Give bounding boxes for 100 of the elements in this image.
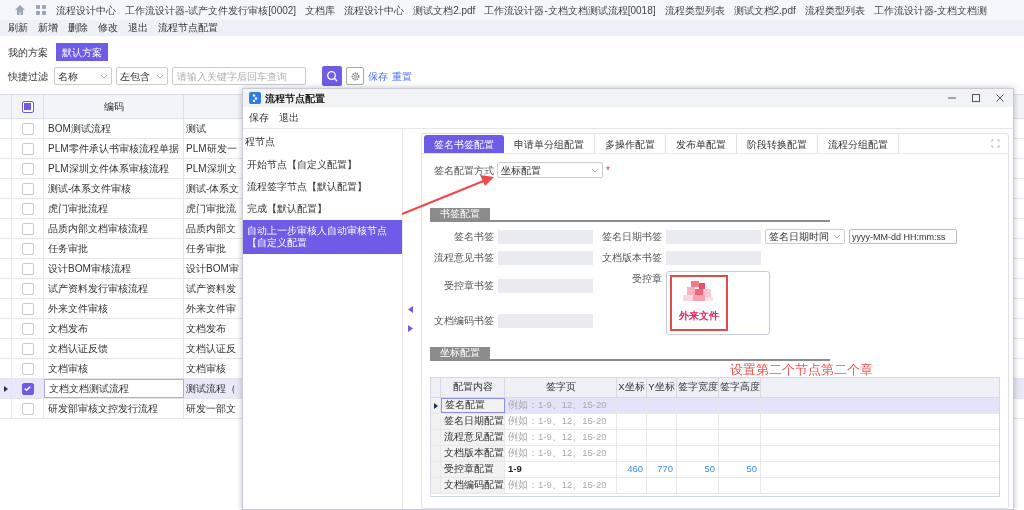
grid-row[interactable]: 文档编码配置 例如：1-9、12、15-20 — [431, 478, 999, 494]
tree-item[interactable]: 自动上一步审核人自动审核节点【自定义配置 — [243, 220, 402, 254]
tab[interactable]: 申请单分组配置 — [504, 135, 595, 153]
search-button[interactable] — [322, 66, 342, 86]
table-cell: 试产资料发行审核流程 — [44, 279, 184, 298]
table-cell: 虎门审批流程 — [44, 199, 184, 218]
grid-row[interactable]: 文档版本配置 例如：1-9、12、15-20 — [431, 446, 999, 462]
page-tab[interactable]: 工作流设计器-文档文档测 — [873, 2, 988, 18]
toolbar-button[interactable]: 刷新 — [8, 23, 28, 33]
maximize-icon[interactable] — [971, 93, 981, 103]
toolbar-button[interactable]: 修改 — [98, 23, 118, 33]
table-cell: 流程意见配置 — [441, 430, 505, 445]
triangle-right-icon[interactable] — [407, 325, 413, 332]
page-tab[interactable]: 流程类型列表 — [804, 2, 865, 18]
checkbox[interactable] — [21, 222, 34, 235]
checkbox[interactable] — [21, 142, 34, 155]
tab[interactable]: 阶段转换配置 — [737, 135, 818, 153]
table-cell: 测试-体系文件审核 — [44, 179, 184, 198]
scheme-label: 我的方案 — [8, 45, 48, 60]
grid-row[interactable]: 签名日期配置 例如：1-9、12、15-20 — [431, 414, 999, 430]
checkbox[interactable] — [21, 162, 34, 175]
field-label: 受控章 — [631, 272, 662, 286]
close-icon[interactable] — [995, 93, 1005, 103]
cell-placeholder: 例如：1-9、12、15-20 — [508, 430, 607, 445]
caret-icon — [591, 167, 599, 173]
checkbox[interactable] — [21, 382, 34, 395]
tab[interactable]: 多操作配置 — [595, 135, 666, 153]
row-header[interactable] — [431, 398, 441, 413]
field-label: 签名日期书签 — [601, 230, 662, 244]
checkbox[interactable] — [21, 202, 34, 215]
table-cell: PLM深圳文件体系审核流程 — [44, 159, 184, 178]
fullscreen-icon[interactable] — [991, 139, 1000, 148]
tree-item[interactable]: 完成【默认配置】 — [243, 198, 402, 220]
field-label: 签名配置方式 — [433, 163, 494, 178]
search-field[interactable]: 请输入关键字后回车查询 — [172, 67, 306, 85]
checkbox[interactable] — [21, 182, 34, 195]
page-tab[interactable]: 流程设计中心 — [56, 2, 116, 18]
checkbox[interactable] — [21, 322, 34, 335]
tab[interactable]: 签名书签配置 — [424, 135, 504, 153]
checkbox[interactable] — [21, 402, 34, 415]
grid-row[interactable]: 受控章配置 1-9 460 770 50 50 — [431, 462, 999, 478]
column-header: 签字页 — [545, 380, 576, 395]
table-cell-text: 文档发布 — [186, 322, 226, 336]
menu-button[interactable]: 保存 — [249, 110, 269, 125]
tree-heading: 程节点 — [244, 135, 276, 149]
cell-placeholder: 例如：1-9、12、15-20 — [508, 398, 607, 413]
column-header: 签字高度 — [719, 380, 760, 395]
table-cell: 品质内部文档审核流程 — [44, 219, 184, 238]
sign-mode-select[interactable]: 坐标配置 — [497, 162, 603, 178]
home-icon[interactable] — [14, 4, 26, 16]
format-field[interactable]: yyyy-MM-dd HH:mm:ss — [849, 229, 957, 244]
tree-item[interactable]: 开始节点【自定义配置】 — [243, 154, 402, 176]
page-tab[interactable]: 工作流设计器-文档文档测试流程[0018] — [484, 2, 656, 18]
field-label: 文档版本书签 — [601, 251, 662, 265]
link[interactable]: 保存 — [368, 68, 388, 84]
table-cell-text: 虎门审批流 — [186, 202, 236, 216]
checkbox[interactable] — [21, 362, 34, 375]
checkbox[interactable] — [21, 282, 34, 295]
tree-item[interactable]: 流程签字节点【默认配置】 — [243, 176, 402, 198]
app-icon — [249, 92, 261, 104]
scheme-button[interactable]: 默认方案 — [56, 43, 108, 61]
checkbox[interactable] — [21, 342, 34, 355]
table-cell: 文档版本配置 — [441, 446, 505, 461]
checkbox[interactable] — [21, 242, 34, 255]
page-tab[interactable]: 流程设计中心 — [344, 2, 405, 18]
checkbox[interactable] — [21, 262, 34, 275]
operator-select[interactable]: 左包含 — [116, 67, 168, 85]
required-mark: * — [606, 163, 610, 178]
page-tab[interactable]: 流程类型列表 — [664, 2, 725, 18]
table-cell-text: 测试 — [186, 122, 206, 136]
table-cell: 研发部审核文控发行流程 — [44, 399, 184, 418]
grid-icon[interactable] — [35, 4, 47, 16]
toolbar-button[interactable]: 流程节点配置 — [158, 23, 218, 33]
table-cell: 文档审核 — [44, 359, 184, 378]
table-cell-text: 品质内部文 — [186, 222, 236, 236]
caret-icon — [833, 234, 841, 239]
page-tab[interactable]: 测试文档2.pdf — [733, 2, 796, 18]
field-select[interactable]: 名称 — [54, 67, 112, 85]
page-tab[interactable]: 工作流设计器-试产文件发行审核[0002] — [125, 2, 297, 18]
settings-button[interactable] — [346, 67, 364, 85]
menu-button[interactable]: 退出 — [279, 110, 299, 125]
table-cell: 1-9 — [508, 462, 522, 477]
link[interactable]: 重置 — [392, 68, 412, 84]
toolbar-button[interactable]: 新增 — [38, 23, 58, 33]
grid-row[interactable]: 签名配置 例如：1-9、12、15-20 — [431, 398, 999, 414]
column-header: X坐标 — [618, 380, 645, 395]
checkbox[interactable] — [21, 100, 34, 113]
page-tab[interactable]: 测试文档2.pdf — [413, 2, 476, 18]
table-cell: 受控章配置 — [441, 462, 505, 477]
checkbox[interactable] — [21, 302, 34, 315]
seal-text: 外来文件 — [679, 309, 719, 323]
page-tab[interactable]: 文档库 — [305, 2, 336, 18]
grid-row[interactable]: 流程意见配置 例如：1-9、12、15-20 — [431, 430, 999, 446]
triangle-left-icon[interactable] — [407, 306, 413, 313]
date-type-select[interactable]: 签名日期时间 — [765, 229, 845, 244]
toolbar-button[interactable]: 删除 — [68, 23, 88, 33]
tab[interactable]: 发布单配置 — [666, 135, 737, 153]
tab[interactable]: 流程分组配置 — [818, 135, 899, 153]
checkbox[interactable] — [21, 122, 34, 135]
toolbar-button[interactable]: 退出 — [128, 23, 148, 33]
